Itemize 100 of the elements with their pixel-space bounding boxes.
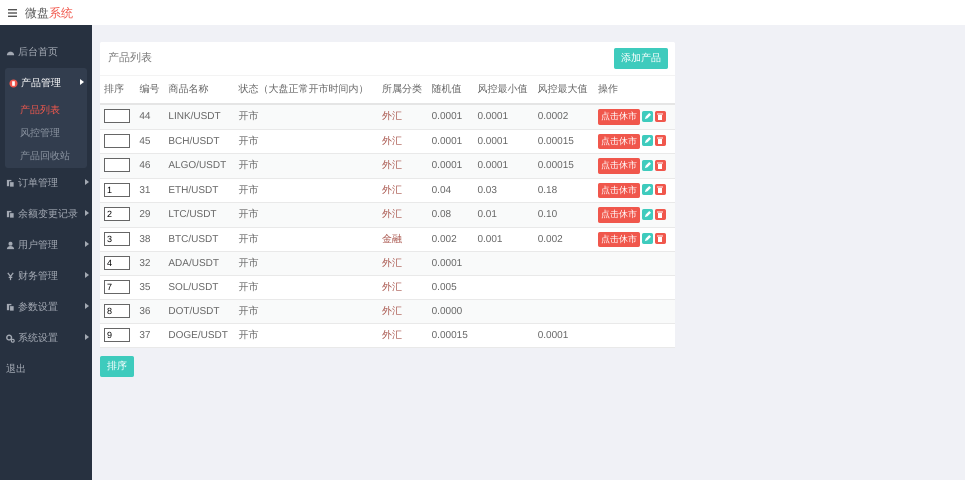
table-cell: 0.04 (432, 184, 452, 196)
table-cell: 31 (139, 184, 150, 196)
table-cell: 开市 (238, 306, 258, 317)
table-cell: ADA/USDT (168, 258, 219, 269)
toggle-market-button[interactable]: 点击休市 (598, 109, 640, 124)
table-cell: BTC/USDT (168, 234, 218, 245)
table-cell: 开市 (238, 136, 258, 147)
toggle-market-button[interactable]: 点击休市 (598, 182, 640, 198)
coin-icon (9, 79, 18, 88)
toggle-market-button[interactable]: 点击休市 (598, 134, 640, 149)
documents-icon (6, 210, 15, 219)
delete-button[interactable] (654, 135, 666, 146)
table-cell: 32 (139, 258, 150, 269)
sidebar-item[interactable]: 后台首页 (0, 37, 92, 68)
table-cell: 开市 (238, 160, 258, 172)
delete-button[interactable] (654, 160, 666, 171)
table-cell: 开市 (238, 209, 258, 220)
table-cell: 0.005 (432, 282, 457, 293)
sort-input[interactable]: 4 (104, 256, 130, 270)
toggle-market-button[interactable]: 点击休市 (598, 207, 640, 222)
table-cell: 0.0001 (432, 111, 462, 122)
table-cell: 0.0001 (432, 160, 462, 172)
table-cell: 44 (139, 111, 150, 122)
toggle-market-button[interactable]: 点击休市 (598, 158, 640, 174)
submenu-item[interactable]: 产品回收站 (5, 145, 70, 168)
sidebar-item[interactable]: 系统设置 (0, 323, 92, 354)
edit-button[interactable] (642, 110, 653, 122)
table-cell: 外汇 (382, 111, 402, 122)
table-cell: 29 (139, 209, 150, 220)
edit-button[interactable] (642, 184, 653, 196)
sort-input[interactable]: 9 (104, 328, 130, 342)
table-cell: SOL/USDT (168, 282, 218, 293)
sort-input[interactable] (104, 158, 130, 172)
table-cell: 外汇 (382, 209, 402, 220)
edit-button[interactable] (642, 233, 653, 244)
sidebar-item[interactable]: 财务管理 (0, 261, 92, 292)
sidebar-item[interactable]: 订单管理 (0, 168, 92, 199)
gears-icon (6, 334, 15, 343)
table-cell: 外汇 (382, 306, 402, 317)
table-cell: 外汇 (382, 136, 402, 147)
table-cell: ALGO/USDT (168, 160, 226, 172)
sort-input[interactable]: 2 (104, 207, 130, 222)
submenu-item[interactable]: 风控管理 (5, 122, 60, 145)
table-cell: 0.03 (477, 184, 497, 196)
table-cell: 0.0000 (432, 306, 462, 317)
sidebar-item[interactable]: 用户管理 (0, 230, 92, 261)
sort-input[interactable] (104, 109, 130, 124)
documents-icon (6, 179, 15, 188)
sort-input[interactable]: 3 (104, 232, 130, 246)
table-cell: 0.002 (432, 234, 457, 245)
documents-icon (6, 303, 15, 312)
table-cell: 0.0002 (538, 111, 568, 122)
delete-button[interactable] (654, 233, 666, 244)
app-title: 微盘系统 (25, 4, 73, 22)
table-cell: 0.00015 (432, 330, 468, 341)
table-cell: BCH/USDT (168, 136, 220, 147)
menu-icon[interactable] (8, 8, 17, 16)
table-cell: 0.0001 (477, 136, 508, 147)
table-cell: 46 (139, 160, 150, 172)
table-cell: 0.0001 (432, 258, 462, 269)
table-cell: 0.0001 (477, 111, 508, 122)
table-cell: 外汇 (382, 282, 402, 293)
table-cell: 0.01 (477, 209, 497, 220)
toggle-market-button[interactable]: 点击休市 (598, 232, 640, 247)
table-cell: 0.18 (538, 184, 558, 196)
edit-button[interactable] (642, 208, 653, 220)
table-cell: 外汇 (382, 258, 402, 269)
sort-input[interactable]: 8 (104, 304, 130, 318)
sidebar-item[interactable]: 参数设置 (0, 292, 92, 323)
table-cell: 开市 (238, 282, 258, 293)
delete-button[interactable] (654, 110, 666, 122)
sort-input[interactable]: 1 (104, 182, 130, 197)
table-cell: 0.0001 (477, 160, 508, 172)
delete-button[interactable] (654, 184, 666, 196)
table-cell: 38 (139, 234, 150, 245)
sort-input[interactable]: 7 (104, 280, 130, 294)
table-cell: 开市 (238, 184, 258, 196)
submenu-item[interactable]: 产品列表 (5, 99, 60, 122)
table-cell: 45 (139, 136, 150, 147)
edit-button[interactable] (642, 135, 653, 146)
table-cell: 0.08 (432, 209, 452, 220)
table-cell: 0.0001 (538, 330, 568, 341)
sidebar-item[interactable]: 产品管理 (5, 68, 87, 99)
table-cell: 开市 (238, 234, 258, 245)
edit-button[interactable] (642, 160, 653, 171)
sort-input[interactable] (104, 134, 130, 148)
table-cell: 0.002 (538, 234, 563, 245)
yen-icon (6, 272, 15, 281)
sidebar-item[interactable]: 退出 (0, 354, 92, 385)
table-cell: 36 (139, 306, 150, 317)
table-cell: 外汇 (382, 160, 402, 172)
table-cell: 开市 (238, 111, 258, 122)
table-cell: DOT/USDT (168, 306, 220, 317)
table-cell: 0.10 (538, 209, 558, 220)
sidebar-item[interactable]: 余额变更记录 (0, 199, 92, 230)
table-cell: 0.0001 (432, 136, 462, 147)
table-cell: ETH/USDT (168, 184, 218, 196)
table-cell: LTC/USDT (168, 209, 217, 220)
table-cell: 0.00015 (538, 160, 574, 172)
delete-button[interactable] (654, 208, 666, 220)
